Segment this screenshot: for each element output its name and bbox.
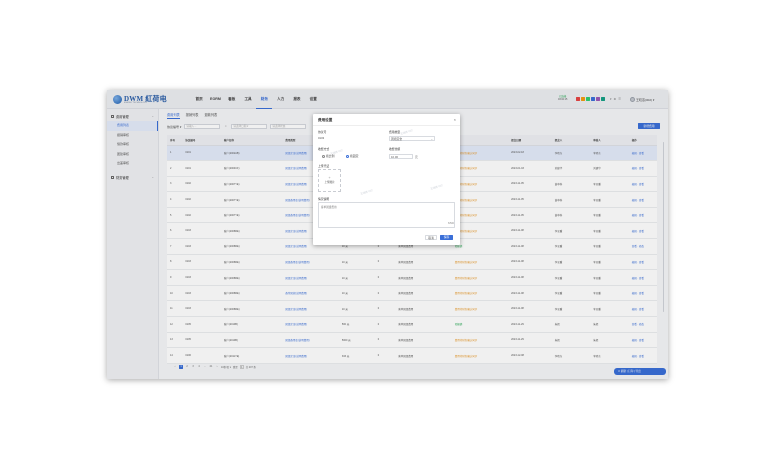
radio-by-fixed[interactable]: 按固定 xyxy=(346,154,358,158)
amount-input[interactable]: 10.00 xyxy=(389,153,413,159)
radio-circle-icon xyxy=(322,154,325,158)
cancel-button[interactable]: 取消 xyxy=(425,235,437,240)
amount-unit: 元 xyxy=(415,154,418,159)
agreement-label: 协议号 xyxy=(318,130,327,134)
agreement-value: 0103 xyxy=(318,136,325,140)
expense-settings-dialog: 费用设置 × 协议号 0103 费用类型 团组定金 ⌄ 收费方式 按比例 按固定… xyxy=(313,114,460,245)
save-button[interactable]: 保存 xyxy=(440,235,453,240)
close-icon[interactable]: × xyxy=(454,117,456,122)
upload-box[interactable]: + 上传图片 xyxy=(318,169,341,192)
amount-label: 收费金额 xyxy=(389,147,401,151)
fee-type-label: 费用类型 xyxy=(389,130,401,134)
upload-text: 上传图片 xyxy=(324,181,335,184)
dialog-header: 费用设置 × xyxy=(313,114,460,126)
upload-label: 上传凭证 xyxy=(318,164,330,168)
radio-label: 按固定 xyxy=(350,154,359,158)
radio-circle-icon xyxy=(346,154,349,158)
chevron-down-icon: ⌄ xyxy=(430,136,433,141)
fee-type-select[interactable]: 团组定金 ⌄ xyxy=(389,135,435,141)
remark-textarea[interactable]: 客单团组费用 xyxy=(318,202,455,228)
char-counter: 6/500 xyxy=(448,222,454,225)
pay-method-label: 收费方式 xyxy=(318,147,330,151)
dialog-title: 费用设置 xyxy=(318,117,333,122)
fee-type-value: 团组定金 xyxy=(391,136,403,141)
remark-label: 情况说明 xyxy=(318,197,330,201)
